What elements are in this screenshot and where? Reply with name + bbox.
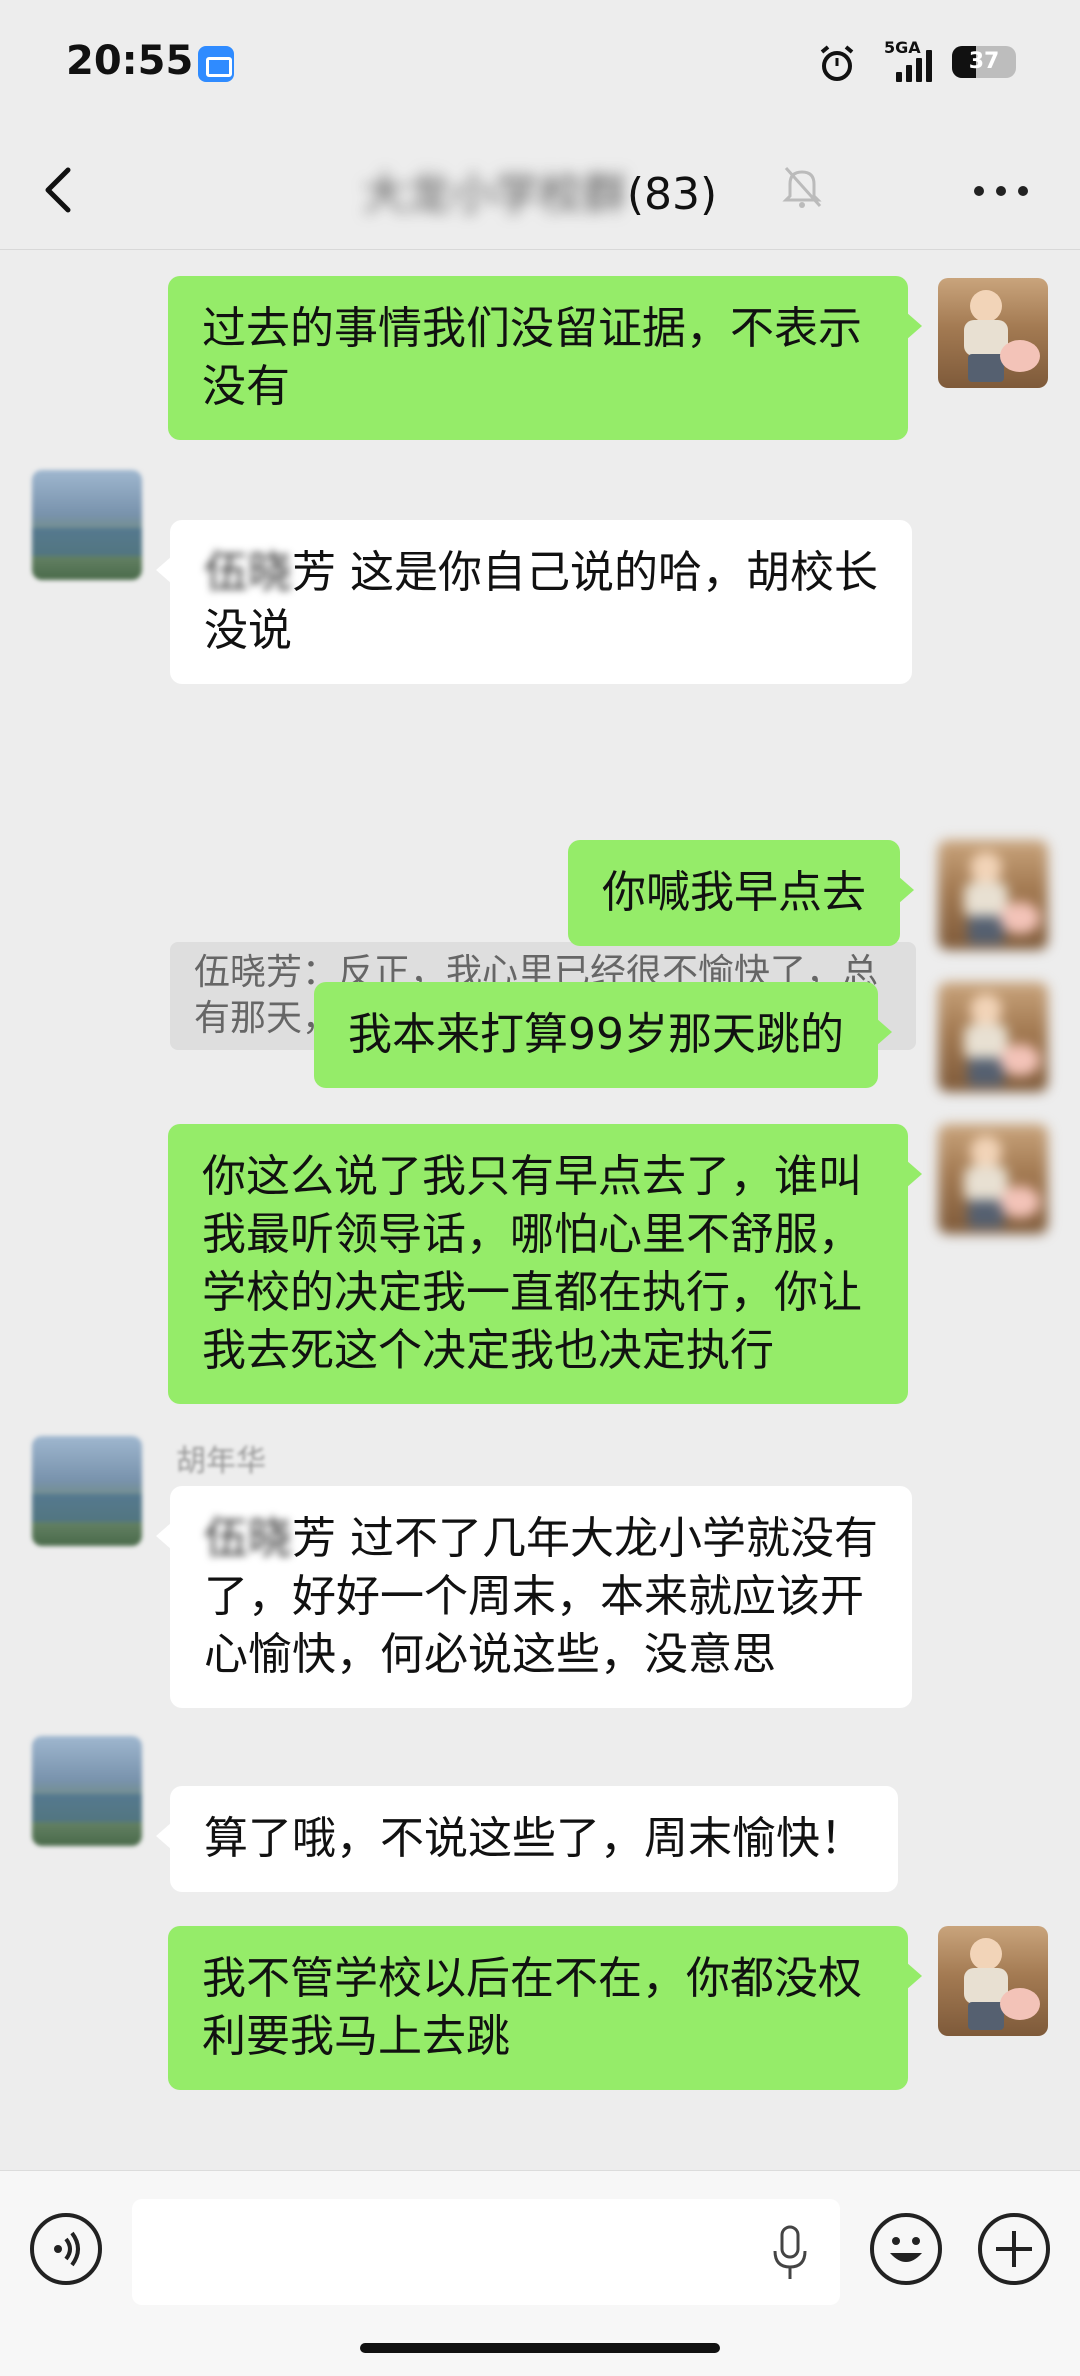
sender-avatar[interactable]	[32, 1736, 142, 1846]
more-icon[interactable]	[974, 172, 1032, 208]
my-avatar[interactable]	[938, 278, 1048, 388]
mention-tag: 伍晓	[204, 1513, 292, 1564]
sender-avatar[interactable]	[32, 1436, 142, 1546]
status-time: 20:55	[66, 38, 194, 84]
status-bar: 20:55 5GA 37	[0, 0, 1080, 130]
message-text: 芳 过不了几年大龙小学就没有了，好好一个周末，本来就应该开心愉快，何必说这些，没…	[204, 1513, 878, 1680]
my-message-bubble[interactable]: 我不管学校以后在不在，你都没权利要我马上去跳	[168, 1926, 922, 2090]
chat-header: 大龙小学校群(83)	[0, 130, 1080, 250]
my-avatar[interactable]	[938, 840, 1048, 950]
my-avatar[interactable]	[938, 982, 1048, 1092]
battery-icon: 37	[952, 46, 1016, 78]
battery-percent: 37	[968, 49, 1000, 74]
input-bar	[0, 2170, 1080, 2376]
member-count: (83)	[626, 169, 718, 220]
alarm-icon	[820, 45, 854, 81]
message-input[interactable]	[132, 2199, 840, 2305]
my-avatar[interactable]	[938, 1124, 1048, 1234]
group-title: 大龙小学校群(83)	[250, 158, 830, 222]
message-text: 芳 这是你自己说的哈，胡校长没说	[204, 547, 878, 656]
my-message-bubble[interactable]: 我本来打算99岁那天跳的	[314, 982, 892, 1088]
microphone-icon[interactable]	[770, 2225, 810, 2281]
my-message-bubble[interactable]: 你喊我早点去	[568, 840, 914, 946]
mute-icon	[782, 166, 822, 208]
signal-icon	[896, 50, 936, 82]
other-message-bubble[interactable]: 伍晓芳 这是你自己说的哈，胡校长没说	[156, 520, 912, 684]
emoji-icon[interactable]	[870, 2213, 942, 2285]
mention-tag: 伍晓	[204, 547, 292, 598]
voice-icon[interactable]	[30, 2213, 102, 2285]
my-avatar[interactable]	[938, 1926, 1048, 2036]
sender-avatar[interactable]	[32, 470, 142, 580]
other-message-bubble[interactable]: 算了哦，不说这些了，周末愉快！	[156, 1786, 898, 1892]
plus-icon[interactable]	[978, 2213, 1050, 2285]
my-message-bubble[interactable]: 过去的事情我们没留证据，不表示没有	[168, 276, 922, 440]
home-indicator	[360, 2343, 720, 2353]
message-list[interactable]: 过去的事情我们没留证据，不表示没有 伍晓芳 这是你自己说的哈，胡校长没说 伍晓芳…	[0, 250, 1080, 2170]
sender-name: 胡年华	[176, 1444, 266, 1479]
back-icon[interactable]	[36, 160, 86, 220]
group-name-blurred: 大龙小学校群	[362, 169, 627, 220]
other-message-bubble[interactable]: 伍晓芳 过不了几年大龙小学就没有了，好好一个周末，本来就应该开心愉快，何必说这些…	[156, 1486, 912, 1708]
my-message-bubble[interactable]: 你这么说了我只有早点去了，谁叫我最听领导话，哪怕心里不舒服，学校的决定我一直都在…	[168, 1124, 922, 1404]
app-notification-icon	[198, 46, 234, 82]
